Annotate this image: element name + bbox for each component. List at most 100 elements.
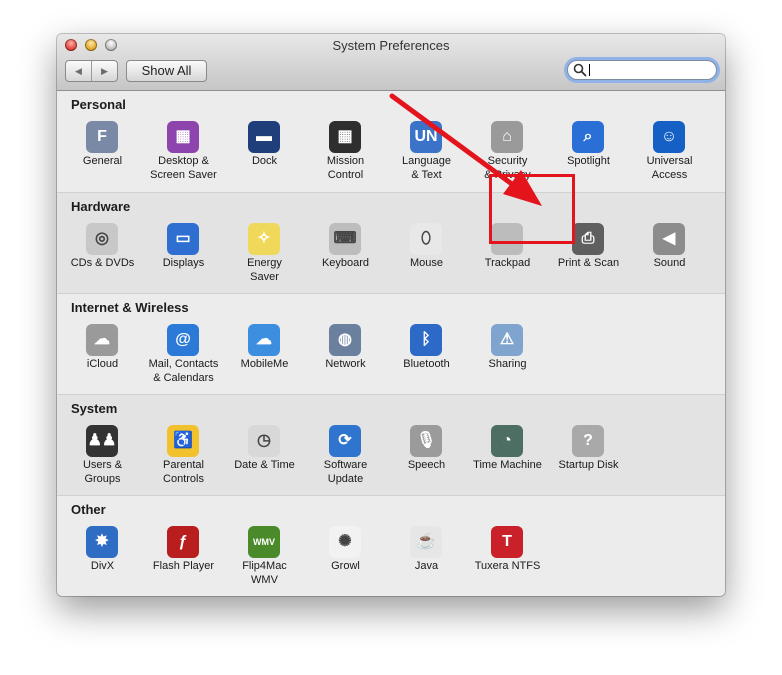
pane-spotlight[interactable]: ⌕ Spotlight bbox=[548, 117, 629, 191]
speaker-icon: ◀ bbox=[653, 223, 685, 255]
pane-trackpad[interactable]: Trackpad bbox=[467, 219, 548, 293]
bluetooth-icon: ᛒ bbox=[410, 324, 442, 356]
pane-label: Startup Disk bbox=[558, 459, 619, 471]
pane-label: Security & Privacy bbox=[484, 155, 531, 181]
section-title: Hardware bbox=[71, 199, 131, 214]
pane-label: Software Update bbox=[323, 459, 368, 485]
pane-label: Tuxera NTFS bbox=[474, 560, 541, 572]
search-icon bbox=[573, 63, 587, 77]
pane-desktop-screensaver[interactable]: ▦ Desktop & Screen Saver bbox=[143, 117, 224, 191]
section-other: Other ✸ DivX ƒ Flash Player WMV Flip4Mac WMV ✺ G… bbox=[57, 495, 725, 596]
pane-date-time[interactable]: ◷ Date & Time bbox=[224, 421, 305, 495]
parental-controls-icon: ♿ bbox=[167, 425, 199, 457]
forward-button[interactable]: ▶ bbox=[92, 61, 117, 81]
pane-displays[interactable]: ▭ Displays bbox=[143, 219, 224, 293]
pane-growl[interactable]: ✺ Growl bbox=[305, 522, 386, 596]
divx-icon: ✸ bbox=[86, 526, 118, 558]
displays-icon: ▭ bbox=[167, 223, 199, 255]
language-text-icon: UN bbox=[410, 121, 442, 153]
pane-speaker[interactable]: ◀ Sound bbox=[629, 219, 710, 293]
pane-label: Speech bbox=[407, 459, 446, 471]
desktop-screensaver-icon: ▦ bbox=[167, 121, 199, 153]
preference-panes: Personal F General ▦ Desktop & Screen Saver ▬… bbox=[57, 91, 725, 596]
java-icon: ☕ bbox=[410, 526, 442, 558]
pane-microphone[interactable]: 🎙 Speech bbox=[386, 421, 467, 495]
pane-label: Date & Time bbox=[234, 459, 295, 471]
pane-mouse[interactable]: ⬯ Mouse bbox=[386, 219, 467, 293]
pane-mobileme[interactable]: ☁ MobileMe bbox=[224, 320, 305, 394]
chevron-left-icon: ◀ bbox=[75, 66, 82, 76]
pane-software-update[interactable]: ⟳ Software Update bbox=[305, 421, 386, 495]
pane-startup-disk[interactable]: ? Startup Disk bbox=[548, 421, 629, 495]
pane-label: CDs & DVDs bbox=[70, 257, 135, 269]
search-input[interactable] bbox=[592, 61, 708, 79]
pane-energy-saver[interactable]: ✧ Energy Saver bbox=[224, 219, 305, 293]
pane-tuxera-ntfs[interactable]: T Tuxera NTFS bbox=[467, 522, 548, 596]
pane-network[interactable]: ◍ Network bbox=[305, 320, 386, 394]
pane-label: Sharing bbox=[488, 358, 527, 370]
software-update-icon: ⟳ bbox=[329, 425, 361, 457]
back-forward-control: ◀ ▶ bbox=[65, 60, 118, 82]
growl-icon: ✺ bbox=[329, 526, 361, 558]
energy-saver-icon: ✧ bbox=[248, 223, 280, 255]
pane-universal-access[interactable]: ☺ Universal Access bbox=[629, 117, 710, 191]
pane-flash-player[interactable]: ƒ Flash Player bbox=[143, 522, 224, 596]
pane-divx[interactable]: ✸ DivX bbox=[62, 522, 143, 596]
section-title: Internet & Wireless bbox=[71, 300, 189, 315]
general-icon: F bbox=[86, 121, 118, 153]
security-privacy-icon: ⌂ bbox=[491, 121, 523, 153]
pane-label: Sound bbox=[653, 257, 686, 269]
chevron-right-icon: ▶ bbox=[101, 66, 108, 76]
pane-dock[interactable]: ▬ Dock bbox=[224, 117, 305, 191]
pane-parental-controls[interactable]: ♿ Parental Controls bbox=[143, 421, 224, 495]
printer-icon: ⎙ bbox=[572, 223, 604, 255]
pane-label: Bluetooth bbox=[403, 358, 450, 370]
pane-label: Language & Text bbox=[402, 155, 451, 181]
pane-keyboard[interactable]: ⌨ Keyboard bbox=[305, 219, 386, 293]
pane-label: Mail, Contacts & Calendars bbox=[148, 358, 219, 384]
spotlight-icon: ⌕ bbox=[572, 121, 604, 153]
pane-flip4mac[interactable]: WMV Flip4Mac WMV bbox=[224, 522, 305, 596]
pane-label: DivX bbox=[90, 560, 115, 572]
flash-player-icon: ƒ bbox=[167, 526, 199, 558]
pane-sharing[interactable]: ⚠ Sharing bbox=[467, 320, 548, 394]
users-groups-icon: ♟♟ bbox=[86, 425, 118, 457]
search-field[interactable] bbox=[567, 60, 717, 80]
section-title: System bbox=[71, 401, 118, 416]
pane-mission-control[interactable]: ▦ Mission Control bbox=[305, 117, 386, 191]
section-system: System ♟♟ Users & Groups ♿ Parental Controls… bbox=[57, 394, 725, 496]
icloud-icon: ☁ bbox=[86, 324, 118, 356]
pane-security-privacy[interactable]: ⌂ Security & Privacy bbox=[467, 117, 548, 191]
pane-label: Universal Access bbox=[646, 155, 693, 181]
mission-control-icon: ▦ bbox=[329, 121, 361, 153]
pane-label: Growl bbox=[331, 560, 360, 572]
text-caret bbox=[589, 64, 590, 76]
pane-label: General bbox=[82, 155, 123, 167]
pane-mail-contacts-calendars[interactable]: @ Mail, Contacts & Calendars bbox=[143, 320, 224, 394]
pane-printer[interactable]: ⎙ Print & Scan bbox=[548, 219, 629, 293]
show-all-button[interactable]: Show All bbox=[126, 60, 207, 82]
mobileme-icon: ☁ bbox=[248, 324, 280, 356]
section-title: Other bbox=[71, 502, 106, 517]
section-hardware: Hardware ◎ CDs & DVDs ▭ Displays ✧ Energy Save… bbox=[57, 192, 725, 294]
back-button[interactable]: ◀ bbox=[66, 61, 92, 81]
microphone-icon: 🎙 bbox=[410, 425, 442, 457]
pane-label: Users & Groups bbox=[82, 459, 123, 485]
pane-bluetooth[interactable]: ᛒ Bluetooth bbox=[386, 320, 467, 394]
mail-contacts-calendars-icon: @ bbox=[167, 324, 199, 356]
pane-cds-dvds[interactable]: ◎ CDs & DVDs bbox=[62, 219, 143, 293]
pane-icloud[interactable]: ☁ iCloud bbox=[62, 320, 143, 394]
window-title: System Preferences bbox=[332, 38, 450, 53]
sharing-icon: ⚠ bbox=[491, 324, 523, 356]
pane-time-machine[interactable]: ◔ Time Machine bbox=[467, 421, 548, 495]
pane-users-groups[interactable]: ♟♟ Users & Groups bbox=[62, 421, 143, 495]
toolbar: System Preferences ◀ ▶ Show All bbox=[57, 34, 725, 91]
pane-label: Parental Controls bbox=[163, 459, 204, 485]
dock-icon: ▬ bbox=[248, 121, 280, 153]
pane-general[interactable]: F General bbox=[62, 117, 143, 191]
pane-label: iCloud bbox=[86, 358, 119, 370]
cds-dvds-icon: ◎ bbox=[86, 223, 118, 255]
pane-java[interactable]: ☕ Java bbox=[386, 522, 467, 596]
pane-language-text[interactable]: UN Language & Text bbox=[386, 117, 467, 191]
section-personal: Personal F General ▦ Desktop & Screen Saver ▬… bbox=[57, 91, 725, 192]
